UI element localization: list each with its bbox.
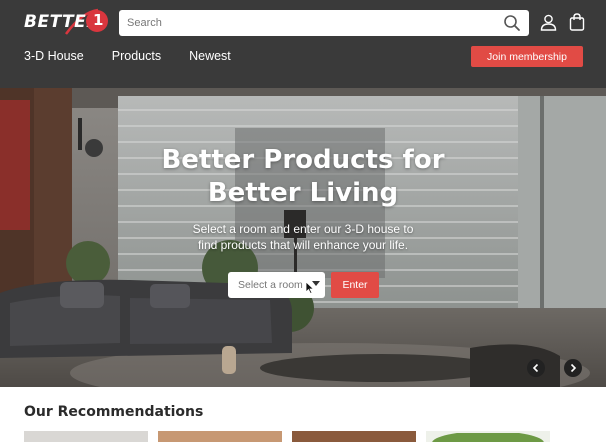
chevron-left-icon — [532, 363, 539, 373]
hero-subtitle-line-2: find products that will enhance your lif… — [197, 238, 409, 252]
hero-subtitle: Select a room and enter our 3-D house to… — [0, 221, 606, 253]
product-card[interactable] — [158, 431, 282, 442]
room-select-placeholder: Select a room — [238, 279, 303, 291]
main-nav: 3-D House Products Newest — [24, 48, 259, 64]
recommendations-title: Our Recommendations — [24, 404, 204, 420]
chevron-down-icon — [312, 281, 320, 286]
nav-item-products[interactable]: Products — [112, 48, 161, 64]
plant-image — [432, 431, 544, 442]
page: BETTER 1 3-D House Products Newest Join … — [0, 0, 606, 442]
site-header: BETTER 1 3-D House Products Newest Join … — [0, 0, 606, 88]
nav-item-3d-house[interactable]: 3-D House — [24, 48, 84, 64]
carousel-prev-button[interactable] — [527, 359, 545, 377]
product-card[interactable] — [426, 431, 550, 442]
shopping-bag-icon[interactable] — [569, 13, 585, 31]
hero-title-line-1: Better Products for — [161, 145, 445, 175]
carousel-next-button[interactable] — [564, 359, 582, 377]
hero-subtitle-line-1: Select a room and enter our 3-D house to — [192, 222, 414, 236]
search-input[interactable] — [127, 14, 497, 32]
nav-item-newest[interactable]: Newest — [189, 48, 231, 64]
user-icon[interactable] — [540, 14, 557, 31]
enter-button[interactable]: Enter — [331, 272, 379, 298]
product-card[interactable] — [24, 431, 148, 442]
logo[interactable]: BETTER 1 — [22, 8, 112, 38]
product-card[interactable] — [292, 431, 416, 442]
search-bar — [119, 10, 529, 36]
logo-mark-number: 1 — [93, 11, 104, 29]
chevron-right-icon — [570, 363, 577, 373]
hero-title: Better Products for Better Living — [0, 144, 606, 210]
hero-banner: Better Products for Better Living Select… — [0, 88, 606, 387]
room-select[interactable]: Select a room — [228, 272, 325, 298]
search-icon[interactable] — [503, 14, 521, 32]
join-membership-button[interactable]: Join membership — [471, 46, 583, 67]
hero-title-line-2: Better Living — [207, 178, 399, 208]
